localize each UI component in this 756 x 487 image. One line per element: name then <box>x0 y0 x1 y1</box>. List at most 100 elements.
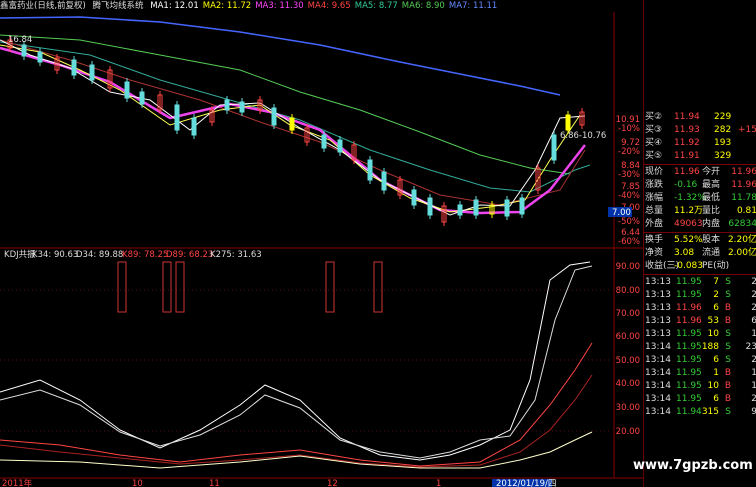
signal-box <box>117 261 127 313</box>
bid-row: 买⑤ 11.91 329 <box>644 150 756 163</box>
quote-label-2: 量比 <box>702 206 721 216</box>
tick-price: 11.95 <box>676 394 702 404</box>
tick-list[interactable]: 13:13 11.95 7 S 2 13:13 11.95 2 S 2 13:13 11.96 6 B 2 1… <box>644 276 756 419</box>
kdj-scale-label: 20.00 <box>616 427 640 437</box>
quote-label: 外盘 <box>645 219 664 229</box>
kdj-scale-label: 70.00 <box>616 309 640 319</box>
ma-legend-item-7: MA7: 11.11 <box>448 1 498 11</box>
ma-legend-item-6: MA6: 8.90 <box>401 1 445 11</box>
candle-body <box>411 189 417 206</box>
candle-body <box>174 104 180 131</box>
tick-row: 13:13 11.96 53 B 6 <box>644 315 756 328</box>
ma7-line <box>0 16 561 96</box>
stat-label-2: 流通 <box>702 248 721 258</box>
candle-body <box>71 59 77 76</box>
pct-scale-label: -30% <box>618 170 640 180</box>
tick-time: 13:14 <box>645 381 671 391</box>
tick-row: 13:13 11.96 6 B 2 <box>644 302 756 315</box>
tick-price: 11.95 <box>676 381 702 391</box>
system-name: 腾飞均线系统 <box>92 1 144 11</box>
k89-line <box>0 342 593 467</box>
quote-label-2: 最低 <box>702 193 721 203</box>
kdj-scale-label: 90.00 <box>616 262 640 272</box>
candle-body <box>191 117 197 136</box>
tick-time: 13:14 <box>645 342 671 352</box>
tick-volume: 188 <box>701 342 719 352</box>
candle-body <box>504 199 510 217</box>
kdj-scale-label: 60.00 <box>616 332 640 342</box>
stat-row: 收益(三) -0.083 PE(动) <box>644 260 756 273</box>
bid-row: 买③ 11.93 282 +15 <box>644 124 756 137</box>
tick-volume: 6 <box>713 394 719 404</box>
bid-price: 11.93 <box>674 125 700 135</box>
tick-side: B <box>724 394 731 404</box>
k34-line <box>0 261 591 461</box>
tick-row: 13:13 11.95 10 S 1 <box>644 328 756 341</box>
pct-scale-label: -20% <box>618 147 640 157</box>
candle-body <box>337 139 343 153</box>
tick-count: 2 <box>751 277 756 287</box>
stat-value-2: 2.00亿 <box>727 248 756 258</box>
stat-label-2: PE(动) <box>702 261 730 271</box>
tick-time: 13:13 <box>645 329 671 339</box>
x-axis-label: 1 <box>436 479 441 487</box>
tick-count: 9 <box>751 407 756 417</box>
stat-label: 换手 <box>645 235 664 245</box>
quote-panel: 买② 11.94 229 买③ 11.93 282 +15 买④ 11.92 193 买⑤ 11.91… <box>643 0 756 487</box>
pct-scale-label: -10% <box>618 124 640 134</box>
quote-value: 49063 <box>674 219 703 229</box>
ma-legend: MA1: 12.01 MA2: 11.72 MA3: 11.30 MA4: 9.65 M… <box>150 1 501 11</box>
quote-row: 涨幅 -1.32% 最低 11.78 <box>644 192 756 205</box>
bid-label: 买④ <box>645 138 663 148</box>
current-price-label: 7.00 <box>612 208 631 218</box>
bid-volume: 329 <box>714 151 732 161</box>
tick-volume: 1 <box>713 368 719 378</box>
kdj-legend-5: K275: 31.63 <box>210 250 262 260</box>
candle-body <box>139 91 145 105</box>
stats-summary: 换手 5.52% 股本 2.20亿 净资 3.08 流通 2.00亿 收益(三) -0.083 PE… <box>644 234 756 273</box>
quote-row: 涨跌 -0.16 最高 11.96 <box>644 179 756 192</box>
x-axis-label: 2012/01/19/四 <box>496 479 556 487</box>
ma-legend-item-5: MA5: 8.77 <box>354 1 398 11</box>
quote-value: -0.16 <box>674 180 698 190</box>
tick-count: 2 <box>751 355 756 365</box>
tick-count: 1 <box>751 329 756 339</box>
quote-label: 涨跌 <box>645 180 664 190</box>
stat-row: 净资 3.08 流通 2.00亿 <box>644 247 756 260</box>
bid-list: 买② 11.94 229 买③ 11.93 282 +15 买④ 11.92 193 买⑤ 11.91… <box>644 111 756 163</box>
tick-volume: 6 <box>713 303 719 313</box>
chart-title-bar: 鑫富药业(日线,前复权) 腾飞均线系统 MA1: 12.01 MA2: 11.72… <box>0 0 600 12</box>
tick-volume: 6 <box>713 355 719 365</box>
bid-volume: 229 <box>714 112 732 122</box>
price-and-kdj-chart[interactable]: 10.91-10%9.72-20%8.84-30%7.85-40%7.006.4… <box>0 0 643 487</box>
x-axis-label: 12 <box>327 479 338 487</box>
bid-label: 买② <box>645 112 663 122</box>
bid-label: 买⑤ <box>645 151 663 161</box>
tick-row: 13:14 11.94 315 S 9 <box>644 406 756 419</box>
quote-value-2: 11.96 <box>731 167 756 177</box>
candle-body <box>89 64 95 81</box>
stat-value: -0.083 <box>674 261 704 271</box>
tick-volume: 10 <box>707 329 719 339</box>
watermark: www.7gpzb.com <box>633 458 753 473</box>
kdj-legend-3: K89: 78.25 <box>122 250 168 260</box>
quote-value-2: 11.78 <box>731 193 756 203</box>
quote-label: 现价 <box>645 167 664 177</box>
candle-body <box>124 81 130 99</box>
tick-row: 13:14 11.95 188 S 23 <box>644 341 756 354</box>
tick-volume: 315 <box>701 407 719 417</box>
tick-side: B <box>724 316 731 326</box>
tick-price: 11.95 <box>676 290 702 300</box>
tick-count: 2 <box>751 303 756 313</box>
quote-value: 11.96 <box>674 167 700 177</box>
bid-price: 11.91 <box>674 151 700 161</box>
candle-body <box>457 204 463 216</box>
kdj-scale-label: 80.00 <box>616 286 640 296</box>
quote-label-2: 今开 <box>702 167 721 177</box>
tick-count: 1 <box>751 368 756 378</box>
tick-side: B <box>724 381 731 391</box>
candle-body <box>37 51 43 63</box>
candle-body <box>271 107 277 126</box>
tick-row: 13:14 11.95 6 B 2 <box>644 393 756 406</box>
kdj-legend-2: D34: 89.88 <box>76 250 123 260</box>
